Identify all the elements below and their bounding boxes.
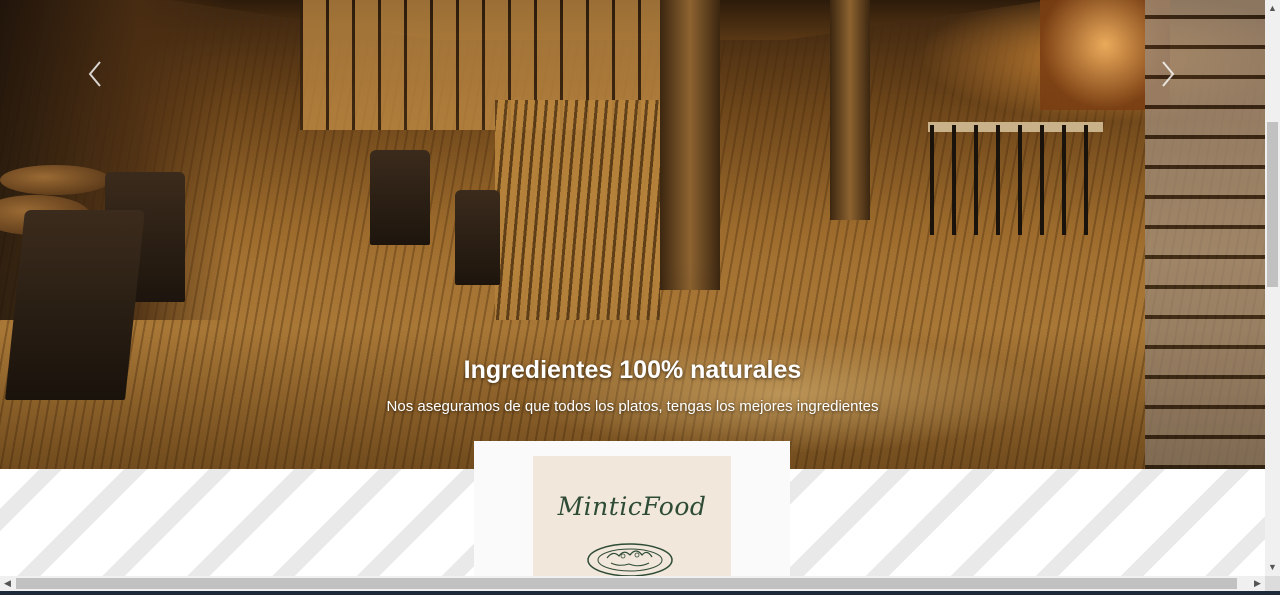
scrollbar-corner <box>1265 576 1280 591</box>
scroll-right-arrow-icon[interactable]: ▶ <box>1250 576 1265 591</box>
chevron-left-icon <box>88 61 101 87</box>
vertical-scroll-thumb[interactable] <box>1267 122 1278 287</box>
scroll-up-arrow-icon[interactable]: ▲ <box>1265 0 1280 17</box>
carousel-caption-subtitle: Nos aseguramos de que todos los platos, … <box>386 398 879 415</box>
vertical-scrollbar[interactable]: ▲ ▼ <box>1265 0 1280 576</box>
carousel-prev-button[interactable] <box>83 60 107 92</box>
taskbar-edge <box>0 591 1280 595</box>
carousel-caption-title: Ingredientes 100% naturales <box>463 356 802 384</box>
chevron-right-icon <box>1162 61 1175 87</box>
horizontal-scrollbar[interactable]: ◀ ▶ <box>0 576 1265 591</box>
food-plate-icon <box>587 543 673 577</box>
brand-logo-text: MinticFood <box>557 492 707 521</box>
brand-logo[interactable]: MinticFood <box>533 456 731 586</box>
scroll-left-arrow-icon[interactable]: ◀ <box>0 576 15 591</box>
carousel-next-button[interactable] <box>1156 60 1180 92</box>
hero-carousel: Ingredientes 100% naturales Nos aseguram… <box>0 0 1265 469</box>
scroll-down-arrow-icon[interactable]: ▼ <box>1265 559 1280 576</box>
horizontal-scroll-thumb[interactable] <box>16 578 1237 589</box>
